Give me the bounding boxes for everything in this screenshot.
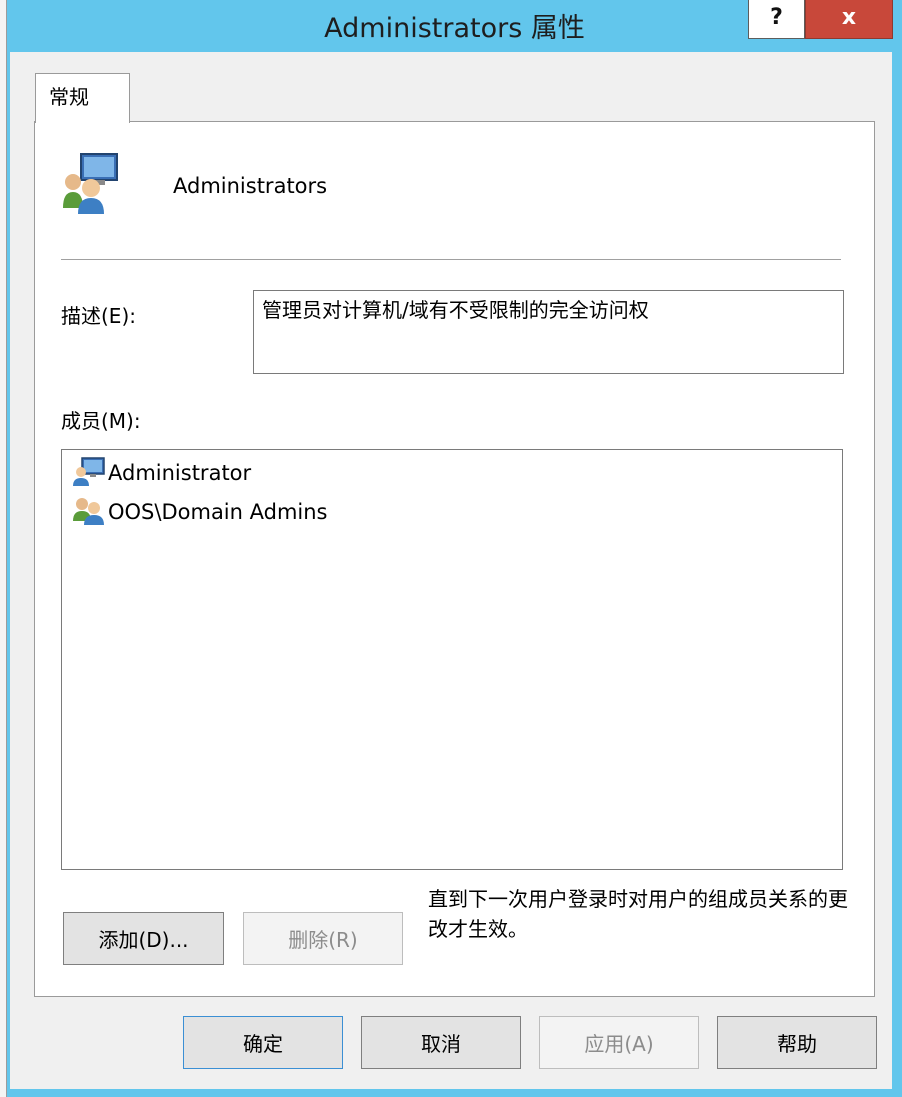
remove-button[interactable]: 删除(R)	[243, 912, 403, 965]
tab-general[interactable]: 常规	[35, 73, 130, 123]
user-computer-icon	[72, 456, 108, 491]
description-label: 描述(E):	[61, 304, 136, 328]
members-list[interactable]: Administrator OOS\Domain Admins	[61, 449, 843, 870]
group-name: Administrators	[173, 174, 328, 198]
background-strip	[0, 0, 7, 1097]
list-item[interactable]: Administrator	[72, 456, 251, 490]
user-group-icon	[72, 495, 108, 530]
description-field[interactable]: 管理员对计算机/域有不受限制的完全访问权	[253, 290, 844, 374]
member-name: Administrator	[108, 461, 252, 485]
general-tab-panel: Administrators 描述(E): 管理员对计算机/域有不受限制的完全访…	[34, 121, 875, 997]
member-name: OOS\Domain Admins	[108, 500, 328, 524]
help-button[interactable]: ?	[748, 0, 805, 39]
dialog-client-area: 常规 Administrators 描述(E): 管理员对计算机/域有不受限制的…	[10, 52, 892, 1089]
separator	[61, 259, 841, 260]
help-dialog-button[interactable]: 帮助	[717, 1016, 877, 1069]
list-item[interactable]: OOS\Domain Admins	[72, 495, 328, 529]
apply-button[interactable]: 应用(A)	[539, 1016, 699, 1069]
ok-button[interactable]: 确定	[183, 1016, 343, 1069]
properties-dialog: Administrators 属性 ? x 常规 Administrators …	[7, 0, 902, 1097]
close-button[interactable]: x	[805, 0, 893, 39]
group-users-icon	[61, 152, 123, 214]
members-label: 成员(M):	[61, 409, 141, 433]
cancel-button[interactable]: 取消	[361, 1016, 521, 1069]
membership-note: 直到下一次用户登录时对用户的组成员关系的更改才生效。	[428, 887, 848, 941]
add-button[interactable]: 添加(D)...	[63, 912, 224, 965]
